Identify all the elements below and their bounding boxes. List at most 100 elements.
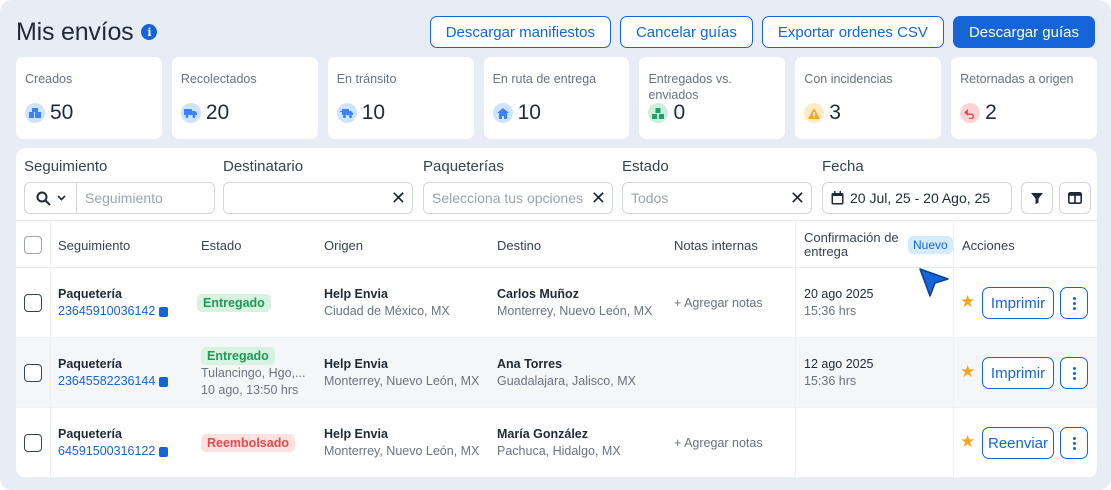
boxes-delivered-icon [648,103,669,123]
more-options-button[interactable] [1060,287,1088,319]
resend-button[interactable]: Reenviar [982,427,1054,459]
col-confirmation[interactable]: Confirmación de entrega Nuevo [804,221,954,269]
stat-incidents[interactable]: Con incidencias 3 [795,57,942,139]
row-checkbox[interactable] [24,364,42,382]
stat-out-for-delivery[interactable]: En ruta de entrega 10 [483,57,630,139]
page-title: Mis envíos [16,17,134,46]
print-button[interactable]: Imprimir [982,287,1054,319]
copy-icon[interactable] [159,376,169,387]
stat-label: Con incidencias [804,72,893,86]
copy-icon[interactable] [159,446,169,457]
add-notes-link[interactable]: + Agregar notas [674,296,763,310]
tracking-cell: Paquetería 23645582236144 [58,338,169,408]
stat-value: 10 [361,101,386,124]
copy-icon[interactable] [159,306,169,317]
carriers-select[interactable]: Selecciona tus opciones ✕ [423,182,613,214]
table-row[interactable]: Paquetería 64591500316122 Reembolsado He… [16,408,1097,478]
col-status[interactable]: Estado [201,221,241,269]
stat-delivered[interactable]: Entregados vs. enviados 0 [639,57,786,139]
tracking-number: 23645910036142 [58,304,156,318]
filter-button[interactable] [1021,182,1053,214]
star-icon[interactable]: ★ [960,292,975,312]
filter-label: Seguimiento [24,158,108,175]
cancel-guides-button[interactable]: Cancelar guías [619,16,753,48]
confirmation-cell: 12 ago 2025 15:36 hrs [804,338,874,408]
tracking-link[interactable]: 23645910036142 [58,303,169,320]
print-button[interactable]: Imprimir [982,357,1054,389]
stat-in-transit[interactable]: En tránsito 10 [327,57,474,139]
search-type-dropdown[interactable] [24,182,76,214]
more-options-button[interactable] [1060,357,1088,389]
clear-icon[interactable]: ✕ [391,188,406,209]
clear-icon[interactable]: ✕ [790,188,805,209]
confirmation-time: 15:36 hrs [804,304,857,318]
new-badge: Nuevo [908,236,953,254]
tracking-cell: Paquetería 64591500316122 [58,408,169,478]
add-notes-link[interactable]: + Agregar notas [674,436,763,450]
home-icon [492,103,513,123]
notes-cell: + Agregar notas [674,268,763,338]
stat-collected[interactable]: Recolectados 20 [171,57,318,139]
search-icon [36,191,51,206]
stat-label: Entregados vs. enviados [648,72,732,102]
date-range-picker[interactable]: 20 Jul, 25 - 20 Ago, 25 [822,182,1012,214]
confirmation-date: 12 ago 2025 [804,357,874,371]
table-row[interactable]: Paquetería 23645582236144 Entregado Tula… [16,338,1097,408]
col-origin[interactable]: Origen [324,221,363,269]
columns-button[interactable] [1059,182,1091,214]
info-icon[interactable]: i [141,24,158,40]
header-actions: Descargar manifiestos Cancelar guías Exp… [429,16,1095,48]
stat-created[interactable]: Creados 50 [16,57,162,139]
stat-value: 0 [673,101,686,124]
stat-returned[interactable]: Retornadas a origen 2 [951,57,1098,139]
filter-status: Estado Todos ✕ [622,158,812,214]
status-badge: Reembolsado [201,434,295,452]
row-checkbox-cell [16,338,50,408]
filters-bar: Seguimiento Seguimiento Destinatario ✕ P… [24,158,1091,220]
filter-label: Paqueterías [423,158,504,175]
confirmation-cell: 20 ago 2025 15:36 hrs [804,268,874,338]
col-tracking[interactable]: Seguimiento [58,221,130,269]
table-row[interactable]: Paquetería 23645910036142 Entregado Help… [16,268,1097,338]
stat-label: Creados [25,72,73,86]
col-destination[interactable]: Destino [497,221,541,269]
star-icon[interactable]: ★ [960,362,975,382]
origin-cell: Help Envia Monterrey, Nuevo León, MX [324,408,479,478]
status-value: Todos [631,190,669,206]
download-guides-button[interactable]: Descargar guías [952,16,1095,48]
row-checkbox[interactable] [24,434,42,452]
row-checkbox[interactable] [24,294,42,312]
truck-icon [180,103,201,123]
fast-truck-icon [336,103,357,123]
carrier-name: Paquetería [58,427,122,441]
table-header: Seguimiento Estado Origen Destino Notas … [16,220,1097,297]
filter-label: Destinatario [223,158,304,175]
clear-icon[interactable]: ✕ [591,188,606,209]
select-all-checkbox[interactable] [24,236,42,254]
status-select[interactable]: Todos ✕ [622,182,812,214]
row-checkbox-cell [16,268,50,338]
export-csv-button[interactable]: Exportar ordenes CSV [761,16,944,48]
col-notes[interactable]: Notas internas [674,221,758,269]
header-checkbox-cell [16,221,50,269]
col-actions: Acciones [962,237,1015,253]
stat-value: 3 [829,101,841,124]
status-badge: Entregado [201,347,275,365]
tracking-number: 23645582236144 [58,374,156,388]
tracking-link[interactable]: 64591500316122 [58,443,169,460]
filter-label: Estado [622,158,669,175]
more-options-button[interactable] [1060,427,1088,459]
origin-cell: Help Envia Ciudad de México, MX [324,268,450,338]
download-manifests-button[interactable]: Descargar manifiestos [429,16,611,48]
status-cell: Entregado [197,268,271,338]
status-time: 10 ago, 13:50 hrs [201,383,299,397]
tracking-search-input[interactable]: Seguimiento [76,182,215,214]
destination-name: Ana Torres [497,357,563,371]
tracking-link[interactable]: 23645582236144 [58,373,169,390]
date-range-value: 20 Jul, 25 - 20 Ago, 25 [850,190,991,206]
recipient-input[interactable]: ✕ [223,182,413,214]
stat-value: 50 [50,101,74,124]
destination-cell: Carlos Muñoz Monterrey, Nuevo León, MX [497,268,652,338]
status-cell: Reembolsado [201,408,295,478]
star-icon[interactable]: ★ [960,432,975,452]
